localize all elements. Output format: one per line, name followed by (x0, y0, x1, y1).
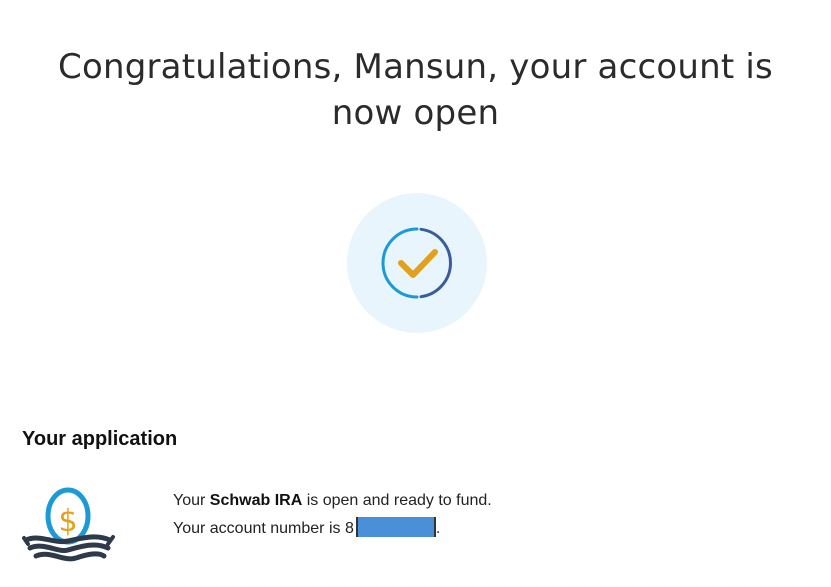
product-name: Schwab IRA (209, 492, 303, 509)
account-number-redaction (355, 516, 436, 537)
application-details: Your Schwab IRA is open and ready to fun… (173, 487, 492, 543)
section-heading-application: Your application (22, 428, 178, 450)
checkmark-success-icon (381, 227, 452, 299)
nest-egg-dollar-icon: $ (20, 486, 116, 579)
account-status-line: Your Schwab IRA is open and ready to fun… (173, 492, 492, 509)
page-title: Congratulations, Mansun, your account is… (58, 47, 773, 133)
account-number-visible: 8 (344, 520, 354, 537)
account-number-line: Your account number is 8. (173, 515, 492, 543)
success-badge (347, 193, 487, 333)
svg-text:$: $ (58, 504, 77, 539)
